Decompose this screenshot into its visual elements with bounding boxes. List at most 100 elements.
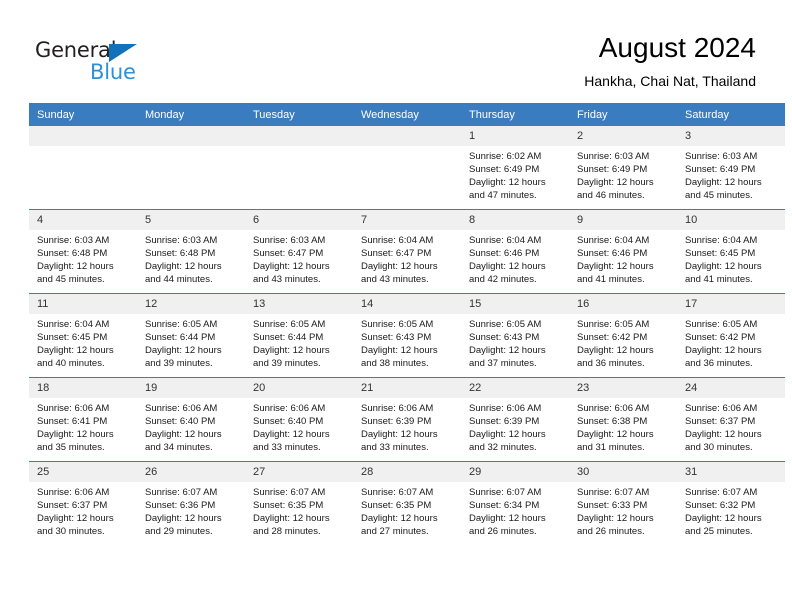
day-cell[interactable]: 27 Sunrise: 6:07 AM Sunset: 6:35 PM Dayl… bbox=[245, 461, 353, 545]
day-cell[interactable]: 14 Sunrise: 6:05 AM Sunset: 6:43 PM Dayl… bbox=[353, 293, 461, 378]
weekday-header-sunday: Sunday bbox=[29, 103, 137, 126]
day-number: 23 bbox=[569, 378, 677, 398]
day-number: 24 bbox=[677, 378, 785, 398]
sunrise-text: Sunrise: 6:06 AM bbox=[253, 403, 326, 414]
day-cell[interactable]: 28 Sunrise: 6:07 AM Sunset: 6:35 PM Dayl… bbox=[353, 461, 461, 545]
sunset-text: Sunset: 6:49 PM bbox=[469, 164, 540, 175]
day-cell[interactable]: 29 Sunrise: 6:07 AM Sunset: 6:34 PM Dayl… bbox=[461, 461, 569, 545]
weekday-header-thursday: Thursday bbox=[461, 103, 569, 126]
sunrise-text: Sunrise: 6:04 AM bbox=[361, 235, 434, 246]
day-number: 6 bbox=[245, 210, 353, 230]
sunrise-text: Sunrise: 6:03 AM bbox=[37, 235, 110, 246]
sunset-text: Sunset: 6:42 PM bbox=[577, 332, 648, 343]
general-blue-logo[interactable]: General Blue bbox=[35, 39, 195, 87]
sunset-text: Sunset: 6:39 PM bbox=[361, 416, 432, 427]
day-cell[interactable]: 21 Sunrise: 6:06 AM Sunset: 6:39 PM Dayl… bbox=[353, 377, 461, 462]
day-details: Sunrise: 6:06 AM Sunset: 6:40 PM Dayligh… bbox=[245, 398, 353, 454]
sunset-text: Sunset: 6:47 PM bbox=[253, 248, 324, 259]
day-cell[interactable]: 31 Sunrise: 6:07 AM Sunset: 6:32 PM Dayl… bbox=[677, 461, 785, 545]
sunrise-sunset-calendar: Sunday Monday Tuesday Wednesday Thursday… bbox=[29, 103, 785, 545]
day-number: 4 bbox=[29, 210, 137, 230]
day-cell[interactable]: 22 Sunrise: 6:06 AM Sunset: 6:39 PM Dayl… bbox=[461, 377, 569, 462]
daylight-text: Daylight: 12 hours and 28 minutes. bbox=[253, 513, 330, 537]
sunrise-text: Sunrise: 6:07 AM bbox=[361, 487, 434, 498]
day-details: Sunrise: 6:04 AM Sunset: 6:47 PM Dayligh… bbox=[353, 230, 461, 286]
day-cell[interactable]: 30 Sunrise: 6:07 AM Sunset: 6:33 PM Dayl… bbox=[569, 461, 677, 545]
day-number: 5 bbox=[137, 210, 245, 230]
day-cell[interactable]: 9 Sunrise: 6:04 AM Sunset: 6:46 PM Dayli… bbox=[569, 209, 677, 294]
sunrise-text: Sunrise: 6:04 AM bbox=[685, 235, 758, 246]
day-cell[interactable]: 2 Sunrise: 6:03 AM Sunset: 6:49 PM Dayli… bbox=[569, 126, 677, 210]
daylight-text: Daylight: 12 hours and 31 minutes. bbox=[577, 429, 654, 453]
day-cell[interactable]: 24 Sunrise: 6:06 AM Sunset: 6:37 PM Dayl… bbox=[677, 377, 785, 462]
daylight-text: Daylight: 12 hours and 45 minutes. bbox=[37, 261, 114, 285]
daylight-text: Daylight: 12 hours and 39 minutes. bbox=[145, 345, 222, 369]
day-cell[interactable]: 10 Sunrise: 6:04 AM Sunset: 6:45 PM Dayl… bbox=[677, 209, 785, 294]
day-cell[interactable]: 5 Sunrise: 6:03 AM Sunset: 6:48 PM Dayli… bbox=[137, 209, 245, 294]
day-cell[interactable]: 11 Sunrise: 6:04 AM Sunset: 6:45 PM Dayl… bbox=[29, 293, 137, 378]
day-cell[interactable]: 20 Sunrise: 6:06 AM Sunset: 6:40 PM Dayl… bbox=[245, 377, 353, 462]
day-details: Sunrise: 6:07 AM Sunset: 6:35 PM Dayligh… bbox=[245, 482, 353, 538]
day-details: Sunrise: 6:04 AM Sunset: 6:46 PM Dayligh… bbox=[569, 230, 677, 286]
day-cell[interactable]: 16 Sunrise: 6:05 AM Sunset: 6:42 PM Dayl… bbox=[569, 293, 677, 378]
daylight-text: Daylight: 12 hours and 46 minutes. bbox=[577, 177, 654, 201]
day-cell[interactable]: 13 Sunrise: 6:05 AM Sunset: 6:44 PM Dayl… bbox=[245, 293, 353, 378]
day-cell[interactable]: 18 Sunrise: 6:06 AM Sunset: 6:41 PM Dayl… bbox=[29, 377, 137, 462]
day-details: Sunrise: 6:06 AM Sunset: 6:37 PM Dayligh… bbox=[677, 398, 785, 454]
day-cell[interactable]: 26 Sunrise: 6:07 AM Sunset: 6:36 PM Dayl… bbox=[137, 461, 245, 545]
daylight-text: Daylight: 12 hours and 27 minutes. bbox=[361, 513, 438, 537]
page-title: August 2024 bbox=[598, 32, 756, 63]
day-cell[interactable]: 19 Sunrise: 6:06 AM Sunset: 6:40 PM Dayl… bbox=[137, 377, 245, 462]
day-details: Sunrise: 6:07 AM Sunset: 6:35 PM Dayligh… bbox=[353, 482, 461, 538]
page-subtitle-location: Hankha, Chai Nat, Thailand bbox=[584, 73, 756, 89]
day-number: 30 bbox=[569, 462, 677, 482]
day-cell bbox=[353, 126, 461, 210]
daylight-text: Daylight: 12 hours and 36 minutes. bbox=[577, 345, 654, 369]
day-cell[interactable]: 1 Sunrise: 6:02 AM Sunset: 6:49 PM Dayli… bbox=[461, 126, 569, 210]
day-details: Sunrise: 6:07 AM Sunset: 6:36 PM Dayligh… bbox=[137, 482, 245, 538]
day-details: Sunrise: 6:06 AM Sunset: 6:39 PM Dayligh… bbox=[353, 398, 461, 454]
daylight-text: Daylight: 12 hours and 33 minutes. bbox=[253, 429, 330, 453]
day-number: 21 bbox=[353, 378, 461, 398]
day-number: 28 bbox=[353, 462, 461, 482]
sunrise-text: Sunrise: 6:07 AM bbox=[253, 487, 326, 498]
day-details: Sunrise: 6:02 AM Sunset: 6:49 PM Dayligh… bbox=[461, 146, 569, 202]
sunset-text: Sunset: 6:46 PM bbox=[577, 248, 648, 259]
daylight-text: Daylight: 12 hours and 33 minutes. bbox=[361, 429, 438, 453]
day-number bbox=[137, 126, 245, 146]
day-cell bbox=[245, 126, 353, 210]
day-cell[interactable]: 23 Sunrise: 6:06 AM Sunset: 6:38 PM Dayl… bbox=[569, 377, 677, 462]
sunset-text: Sunset: 6:33 PM bbox=[577, 500, 648, 511]
day-cell[interactable]: 6 Sunrise: 6:03 AM Sunset: 6:47 PM Dayli… bbox=[245, 209, 353, 294]
day-number: 25 bbox=[29, 462, 137, 482]
day-details: Sunrise: 6:06 AM Sunset: 6:37 PM Dayligh… bbox=[29, 482, 137, 538]
weekday-header-saturday: Saturday bbox=[677, 103, 785, 126]
sunset-text: Sunset: 6:41 PM bbox=[37, 416, 108, 427]
day-details: Sunrise: 6:07 AM Sunset: 6:33 PM Dayligh… bbox=[569, 482, 677, 538]
day-details: Sunrise: 6:07 AM Sunset: 6:34 PM Dayligh… bbox=[461, 482, 569, 538]
sunrise-text: Sunrise: 6:07 AM bbox=[469, 487, 542, 498]
day-cell[interactable]: 3 Sunrise: 6:03 AM Sunset: 6:49 PM Dayli… bbox=[677, 126, 785, 210]
day-number: 2 bbox=[569, 126, 677, 146]
sunrise-text: Sunrise: 6:06 AM bbox=[577, 403, 650, 414]
day-number: 12 bbox=[137, 294, 245, 314]
sunrise-text: Sunrise: 6:05 AM bbox=[145, 319, 218, 330]
sunset-text: Sunset: 6:37 PM bbox=[685, 416, 756, 427]
day-cell[interactable]: 15 Sunrise: 6:05 AM Sunset: 6:43 PM Dayl… bbox=[461, 293, 569, 378]
day-cell[interactable]: 4 Sunrise: 6:03 AM Sunset: 6:48 PM Dayli… bbox=[29, 209, 137, 294]
sunrise-text: Sunrise: 6:04 AM bbox=[469, 235, 542, 246]
day-cell[interactable]: 12 Sunrise: 6:05 AM Sunset: 6:44 PM Dayl… bbox=[137, 293, 245, 378]
sunrise-text: Sunrise: 6:04 AM bbox=[37, 319, 110, 330]
day-cell[interactable]: 7 Sunrise: 6:04 AM Sunset: 6:47 PM Dayli… bbox=[353, 209, 461, 294]
day-details: Sunrise: 6:05 AM Sunset: 6:44 PM Dayligh… bbox=[245, 314, 353, 370]
day-cell[interactable]: 25 Sunrise: 6:06 AM Sunset: 6:37 PM Dayl… bbox=[29, 461, 137, 545]
sunset-text: Sunset: 6:49 PM bbox=[577, 164, 648, 175]
daylight-text: Daylight: 12 hours and 34 minutes. bbox=[145, 429, 222, 453]
calendar-page: General Blue August 2024 Hankha, Chai Na… bbox=[0, 0, 792, 612]
day-cell[interactable]: 17 Sunrise: 6:05 AM Sunset: 6:42 PM Dayl… bbox=[677, 293, 785, 378]
sunrise-text: Sunrise: 6:04 AM bbox=[577, 235, 650, 246]
day-cell[interactable]: 8 Sunrise: 6:04 AM Sunset: 6:46 PM Dayli… bbox=[461, 209, 569, 294]
sunset-text: Sunset: 6:43 PM bbox=[469, 332, 540, 343]
weekday-header-friday: Friday bbox=[569, 103, 677, 126]
sunrise-text: Sunrise: 6:03 AM bbox=[685, 151, 758, 162]
